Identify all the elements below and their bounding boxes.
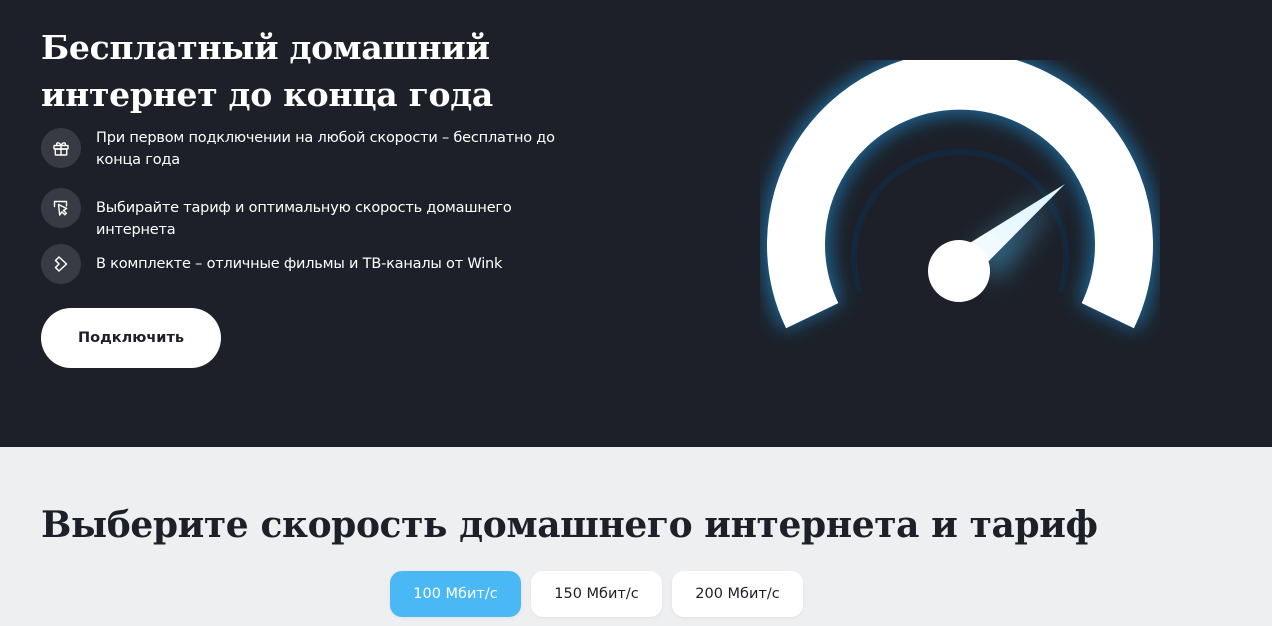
cursor-click-icon: [41, 188, 81, 228]
hero-banner: Бесплатный домашний интернет до конца го…: [0, 0, 1272, 447]
speed-tab-100[interactable]: 100 Мбит/с: [390, 571, 521, 617]
tariff-section-title: Выберите скорость домашнего интернета и …: [41, 504, 1098, 546]
wink-play-icon: [41, 244, 81, 284]
feature-item-choose: Выбирайте тариф и оптимальную скорость д…: [41, 188, 566, 241]
feature-text: В комплекте – отличные фильмы и ТВ-канал…: [96, 256, 503, 272]
speed-tab-150[interactable]: 150 Мбит/с: [531, 571, 662, 617]
speedometer-icon: [763, 60, 1157, 330]
feature-item-free: При первом подключении на любой скорости…: [41, 128, 566, 171]
connect-button[interactable]: Подключить: [41, 308, 221, 368]
feature-item-wink: В комплекте – отличные фильмы и ТВ-канал…: [41, 244, 566, 284]
feature-text: Выбирайте тариф и оптимальную скорость д…: [96, 200, 512, 238]
feature-text: При первом подключении на любой скорости…: [96, 130, 555, 168]
gift-icon: [41, 128, 81, 168]
speed-tab-200[interactable]: 200 Мбит/с: [672, 571, 803, 617]
hero-title: Бесплатный домашний интернет до конца го…: [41, 28, 493, 114]
